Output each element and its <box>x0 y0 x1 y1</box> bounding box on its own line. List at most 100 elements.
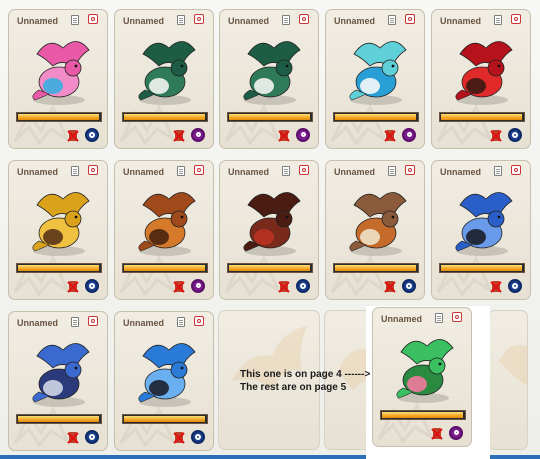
element-flag-icon[interactable] <box>405 165 415 175</box>
female-icon <box>449 426 463 440</box>
female-icon <box>191 279 205 293</box>
dragon-image[interactable] <box>442 34 522 108</box>
energy-bar <box>439 112 525 122</box>
energy-bar <box>333 263 419 273</box>
dragon-name[interactable]: Unnamed <box>123 167 164 177</box>
dragon-image[interactable] <box>442 185 522 259</box>
notes-icon[interactable] <box>388 166 396 176</box>
energy-bar <box>16 263 102 273</box>
notes-icon[interactable] <box>494 166 502 176</box>
energy-bar <box>380 410 466 420</box>
dragon-image[interactable] <box>336 34 416 108</box>
female-icon <box>191 128 205 142</box>
energy-bar <box>227 112 313 122</box>
dragon-card[interactable]: Unnamed <box>325 160 425 300</box>
element-flag-icon[interactable] <box>405 14 415 24</box>
dragon-name[interactable]: Unnamed <box>17 167 58 177</box>
dragon-card[interactable]: Unnamed <box>8 160 108 300</box>
dragon-name[interactable]: Unnamed <box>440 167 481 177</box>
male-icon <box>402 279 416 293</box>
dragon-card[interactable]: Unnamed <box>219 9 319 149</box>
dragon-card[interactable]: Unnamed <box>372 307 472 447</box>
notes-icon[interactable] <box>282 166 290 176</box>
energy-bar <box>439 263 525 273</box>
energy-bar <box>227 263 313 273</box>
element-flag-icon[interactable] <box>88 14 98 24</box>
energy-bar <box>122 414 208 424</box>
notes-icon[interactable] <box>494 15 502 25</box>
not-breedable-icon <box>67 129 79 142</box>
not-breedable-icon <box>278 280 290 293</box>
dragon-name[interactable]: Unnamed <box>228 16 269 26</box>
dragon-name[interactable]: Unnamed <box>228 167 269 177</box>
dragon-image[interactable] <box>230 34 310 108</box>
female-icon <box>402 128 416 142</box>
dragon-card[interactable]: Unnamed <box>431 9 531 149</box>
dragon-image[interactable] <box>125 34 205 108</box>
not-breedable-icon <box>490 280 502 293</box>
element-flag-icon[interactable] <box>194 165 204 175</box>
dragon-name[interactable]: Unnamed <box>440 16 481 26</box>
male-icon <box>508 128 522 142</box>
element-flag-icon[interactable] <box>88 316 98 326</box>
dragon-name[interactable]: Unnamed <box>123 16 164 26</box>
notes-icon[interactable] <box>177 15 185 25</box>
male-icon <box>85 430 99 444</box>
dragon-card[interactable]: Unnamed <box>8 9 108 149</box>
dragon-image[interactable] <box>19 34 99 108</box>
dragon-name[interactable]: Unnamed <box>334 167 375 177</box>
dragon-image[interactable] <box>125 336 205 410</box>
notes-icon[interactable] <box>71 166 79 176</box>
dragon-card[interactable]: Unnamed <box>114 311 214 451</box>
page-note-line-1: This one is on page 4 ------> <box>240 369 371 380</box>
element-flag-icon[interactable] <box>194 316 204 326</box>
dragon-image[interactable] <box>19 185 99 259</box>
dragon-card[interactable]: Unnamed <box>8 311 108 451</box>
element-flag-icon[interactable] <box>511 14 521 24</box>
notes-icon[interactable] <box>282 15 290 25</box>
not-breedable-icon <box>384 129 396 142</box>
male-icon <box>85 128 99 142</box>
element-flag-icon[interactable] <box>88 165 98 175</box>
energy-bar <box>333 112 419 122</box>
page-note-line-2: The rest are on page 5 <box>240 382 347 393</box>
energy-bar <box>16 414 102 424</box>
male-icon <box>85 279 99 293</box>
not-breedable-icon <box>67 431 79 444</box>
notes-icon[interactable] <box>71 317 79 327</box>
dragon-card[interactable]: Unnamed <box>114 160 214 300</box>
male-icon <box>191 430 205 444</box>
notes-icon[interactable] <box>71 15 79 25</box>
dragon-card[interactable]: Unnamed <box>431 160 531 300</box>
element-flag-icon[interactable] <box>194 14 204 24</box>
dragon-image[interactable] <box>230 185 310 259</box>
dragon-image[interactable] <box>19 336 99 410</box>
dragon-card[interactable]: Unnamed <box>219 160 319 300</box>
element-flag-icon[interactable] <box>511 165 521 175</box>
dragon-name[interactable]: Unnamed <box>334 16 375 26</box>
male-icon <box>296 279 310 293</box>
element-flag-icon[interactable] <box>299 165 309 175</box>
notes-icon[interactable] <box>388 15 396 25</box>
dragon-name[interactable]: Unnamed <box>17 318 58 328</box>
notes-icon[interactable] <box>177 166 185 176</box>
not-breedable-icon <box>431 427 443 440</box>
page-note: This one is on page 4 ------> The rest a… <box>240 368 370 394</box>
not-breedable-icon <box>278 129 290 142</box>
energy-bar <box>16 112 102 122</box>
dragon-name[interactable]: Unnamed <box>17 16 58 26</box>
female-icon <box>296 128 310 142</box>
dragon-card[interactable]: Unnamed <box>325 9 425 149</box>
notes-icon[interactable] <box>177 317 185 327</box>
element-flag-icon[interactable] <box>452 312 462 322</box>
male-icon <box>508 279 522 293</box>
notes-icon[interactable] <box>435 313 443 323</box>
dragon-image[interactable] <box>125 185 205 259</box>
element-flag-icon[interactable] <box>299 14 309 24</box>
empty-slot <box>488 310 528 450</box>
dragon-name[interactable]: Unnamed <box>381 314 422 324</box>
dragon-image[interactable] <box>383 332 463 406</box>
dragon-card[interactable]: Unnamed <box>114 9 214 149</box>
dragon-image[interactable] <box>336 185 416 259</box>
dragon-name[interactable]: Unnamed <box>123 318 164 328</box>
